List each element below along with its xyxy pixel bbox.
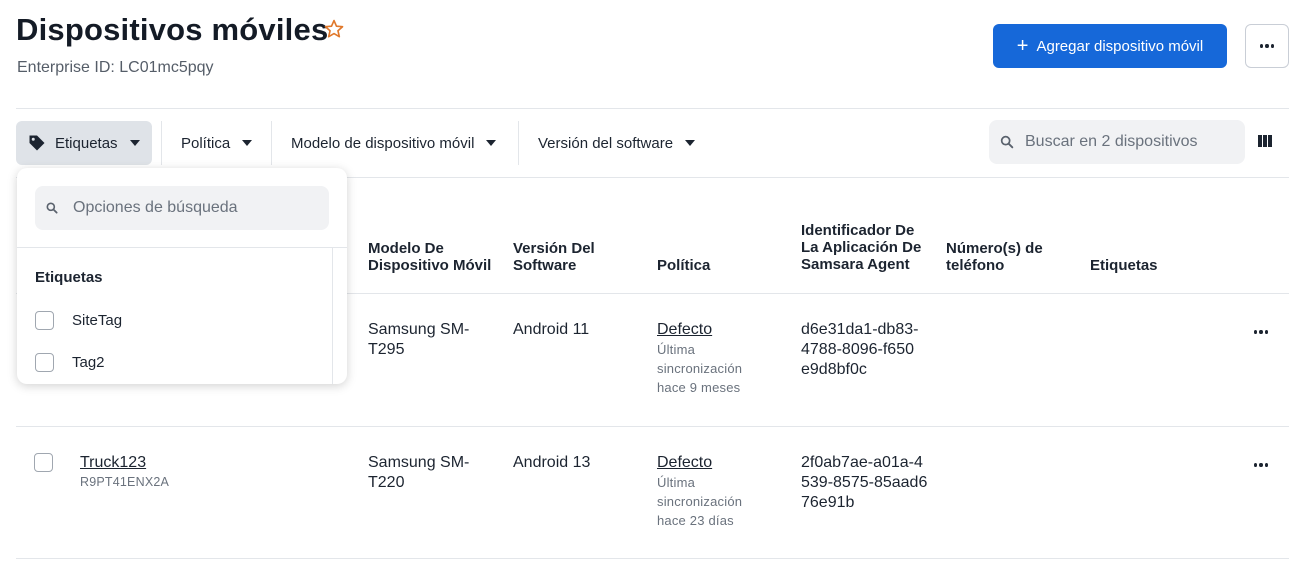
row-model: Samsung SM-T220 [368,454,470,491]
filter-divider [271,121,272,165]
row-sync-status: Última sincronización hace 23 días [657,475,743,528]
filter-tags-label: Etiquetas [55,134,118,152]
column-header-model[interactable]: Modelo De Dispositivo Móvil [368,240,498,274]
more-icon [1260,44,1274,48]
row-policy-link[interactable]: Defecto [657,320,712,340]
row-device-name-link[interactable]: Truck123 [80,453,146,473]
tag-icon [29,135,45,151]
enterprise-id: Enterprise ID: LC01mc5pqy [17,59,214,76]
column-header-agent-id[interactable]: Identificador De La Aplicación De Samsar… [801,222,931,273]
option-checkbox[interactable] [35,310,54,330]
column-header-software[interactable]: Versión Del Software [513,240,613,274]
filter-device-model-label: Modelo de dispositivo móvil [291,134,475,152]
header-divider [16,108,1289,109]
row-agent-id: d6e31da1-db83-4788-8096-f650e9d8bf0c [801,321,919,378]
search-icon [46,202,58,214]
row-policy-link[interactable]: Defecto [657,453,712,473]
tags-filter-dropdown: Etiquetas SiteTag Tag2 [17,168,347,384]
filter-software-version-label: Versión del software [538,134,674,152]
columns-icon[interactable] [1258,135,1272,147]
column-header-tags[interactable]: Etiquetas [1090,257,1158,274]
row-more-button[interactable] [1254,330,1268,334]
dropdown-search-input[interactable] [73,199,273,217]
filter-software-version[interactable]: Versión del software [527,121,706,165]
filter-device-model[interactable]: Modelo de dispositivo móvil [280,121,507,165]
row-divider [16,426,1289,427]
chevron-down-icon [242,140,253,146]
page-title: Dispositivos móviles [16,12,329,47]
device-search-input[interactable] [1025,133,1225,151]
column-header-phone[interactable]: Número(s) de teléfono [946,240,1056,274]
column-header-policy[interactable]: Política [657,257,710,274]
option-label: Tag2 [72,353,105,371]
filter-tags[interactable]: Etiquetas [16,121,152,165]
option-tag2[interactable]: Tag2 [35,351,105,373]
row-model: Samsung SM-T295 [368,321,470,358]
row-divider [16,558,1289,559]
dropdown-scrollbar[interactable] [332,248,333,384]
search-icon [1000,135,1014,149]
option-sitetag[interactable]: SiteTag [35,309,122,331]
add-mobile-device-label: Agregar dispositivo móvil [1036,37,1204,55]
filter-divider [161,121,162,165]
dropdown-heading: Etiquetas [35,269,103,286]
filter-policy-label: Política [181,134,231,152]
device-search[interactable] [989,120,1245,164]
row-agent-id: 2f0ab7ae-a01a-4539-8575-85aad676e91b [801,454,928,511]
dropdown-search[interactable] [35,186,329,230]
more-options-button[interactable] [1245,24,1289,68]
row-more-button[interactable] [1254,463,1268,467]
row-checkbox[interactable] [34,453,53,472]
dropdown-divider [17,247,347,248]
star-icon[interactable] [323,18,345,40]
row-software: Android 13 [513,454,591,471]
filter-divider [518,121,519,165]
option-checkbox[interactable] [35,352,54,372]
chevron-down-icon [685,140,696,146]
row-sync-status: Última sincronización hace 9 meses [657,342,743,395]
filter-policy[interactable]: Política [170,121,263,165]
row-software: Android 11 [513,321,590,338]
chevron-down-icon [129,140,140,146]
option-label: SiteTag [72,311,123,329]
chevron-down-icon [486,140,497,146]
row-serial: R9PT41ENX2A [80,475,170,489]
plus-icon: + [1016,35,1029,57]
add-mobile-device-button[interactable]: + Agregar dispositivo móvil [993,24,1227,68]
